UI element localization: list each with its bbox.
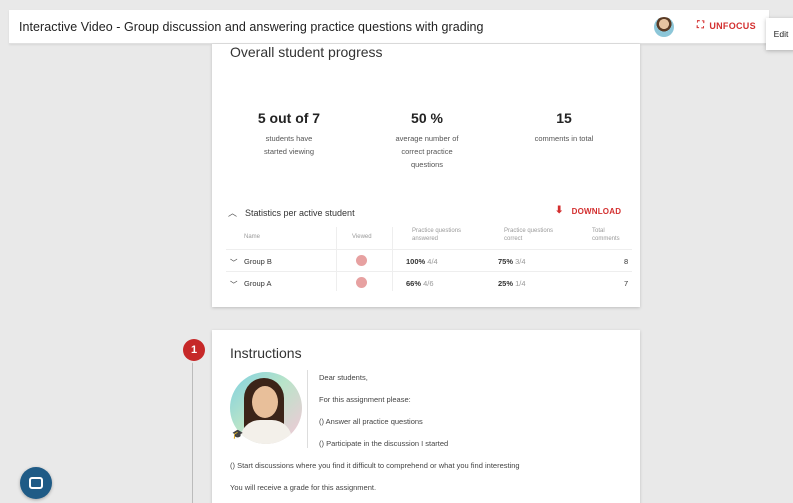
chevron-up-icon: ︿ [228, 208, 238, 218]
correct-fraction: 1/4 [515, 279, 526, 288]
row-correct: 75% 3/4 [498, 257, 526, 266]
table-row[interactable]: ﹀ Group A 66% 4/6 25% 1/4 7 [226, 271, 632, 293]
instruction-line: Dear students, [319, 373, 368, 382]
stat-value: 50 % [411, 110, 443, 126]
top-bar: Interactive Video - Group discussion and… [9, 10, 773, 44]
correct-percent: 75% [498, 257, 514, 266]
stats-per-student-toggle[interactable]: ︿ Statistics per active student [228, 206, 355, 219]
instruction-line: For this assignment please: [319, 395, 411, 404]
row-name: Group A [244, 279, 272, 288]
stat-description: average number of correct practice quest… [395, 134, 459, 169]
download-icon: ⬇ [555, 205, 564, 216]
stat-students-started: 5 out of 7 students have started viewing [234, 110, 344, 158]
chat-button[interactable] [20, 467, 52, 499]
row-answered: 100% 4/4 [406, 257, 438, 266]
stat-comments-total: 15 comments in total [509, 110, 619, 145]
correct-percent: 25% [498, 279, 514, 288]
column-header-viewed: Viewed [352, 234, 372, 240]
chat-icon [29, 477, 43, 489]
unfocus-icon: ⛶ [697, 20, 705, 31]
instruction-line: You will receive a grade for this assign… [230, 483, 377, 492]
stat-value: 5 out of 7 [257, 110, 321, 126]
chevron-down-icon[interactable]: ﹀ [230, 257, 238, 268]
instruction-line: () Start discussions where you find it d… [230, 461, 520, 470]
answered-fraction: 4/4 [427, 257, 438, 266]
table-header: Name Viewed Practice questions answered … [212, 227, 640, 247]
row-answered: 66% 4/6 [406, 279, 434, 288]
download-label: DOWNLOAD [571, 206, 622, 216]
unfocus-button[interactable]: ⛶ UNFOCUS [697, 20, 756, 32]
instruction-line: () Participate in the discussion I start… [319, 439, 449, 448]
stat-description: comments in total [534, 134, 594, 143]
row-comments: 7 [624, 279, 629, 288]
chevron-down-icon[interactable]: ﹀ [230, 279, 238, 290]
correct-fraction: 3/4 [515, 257, 526, 266]
quote-divider [307, 370, 308, 448]
row-comments: 8 [624, 257, 629, 266]
row-correct: 25% 1/4 [498, 279, 526, 288]
timeline-line [192, 355, 193, 503]
unfocus-label: UNFOCUS [709, 21, 756, 31]
instructions-card: Instructions 🎓 Dear students, For this a… [212, 330, 640, 503]
column-header-correct: Practice questions correct [504, 228, 554, 242]
instructions-title: Instructions [230, 345, 302, 361]
download-button[interactable]: ⬇ DOWNLOAD [555, 206, 621, 216]
step-number-badge[interactable]: 1 [183, 339, 205, 361]
answered-fraction: 4/6 [423, 279, 434, 288]
answered-percent: 66% [406, 279, 422, 288]
stats-section-label: Statistics per active student [245, 207, 355, 218]
user-avatar[interactable] [654, 17, 674, 37]
page-title: Interactive Video - Group discussion and… [19, 19, 484, 34]
row-name: Group B [244, 257, 272, 266]
stat-description: students have started viewing [263, 134, 315, 156]
table-row[interactable]: ﹀ Group B 100% 4/4 75% 3/4 8 [226, 249, 632, 271]
stat-correct-practice: 50 % average number of correct practice … [372, 110, 482, 171]
progress-title: Overall student progress [230, 44, 383, 60]
column-header-answered: Practice questions answered [412, 228, 462, 242]
viewed-indicator [356, 255, 367, 266]
answered-percent: 100% [406, 257, 426, 266]
edit-button[interactable]: Edit [766, 18, 793, 50]
overall-progress-card: Overall student progress 5 out of 7 stud… [212, 44, 640, 307]
column-header-comments: Total comments [592, 228, 620, 242]
viewed-indicator [356, 277, 367, 288]
stat-value: 15 [556, 110, 572, 126]
column-header-name: Name [244, 234, 261, 240]
graduation-cap-icon: 🎓 [232, 429, 244, 439]
instruction-line: () Answer all practice questions [319, 417, 423, 426]
